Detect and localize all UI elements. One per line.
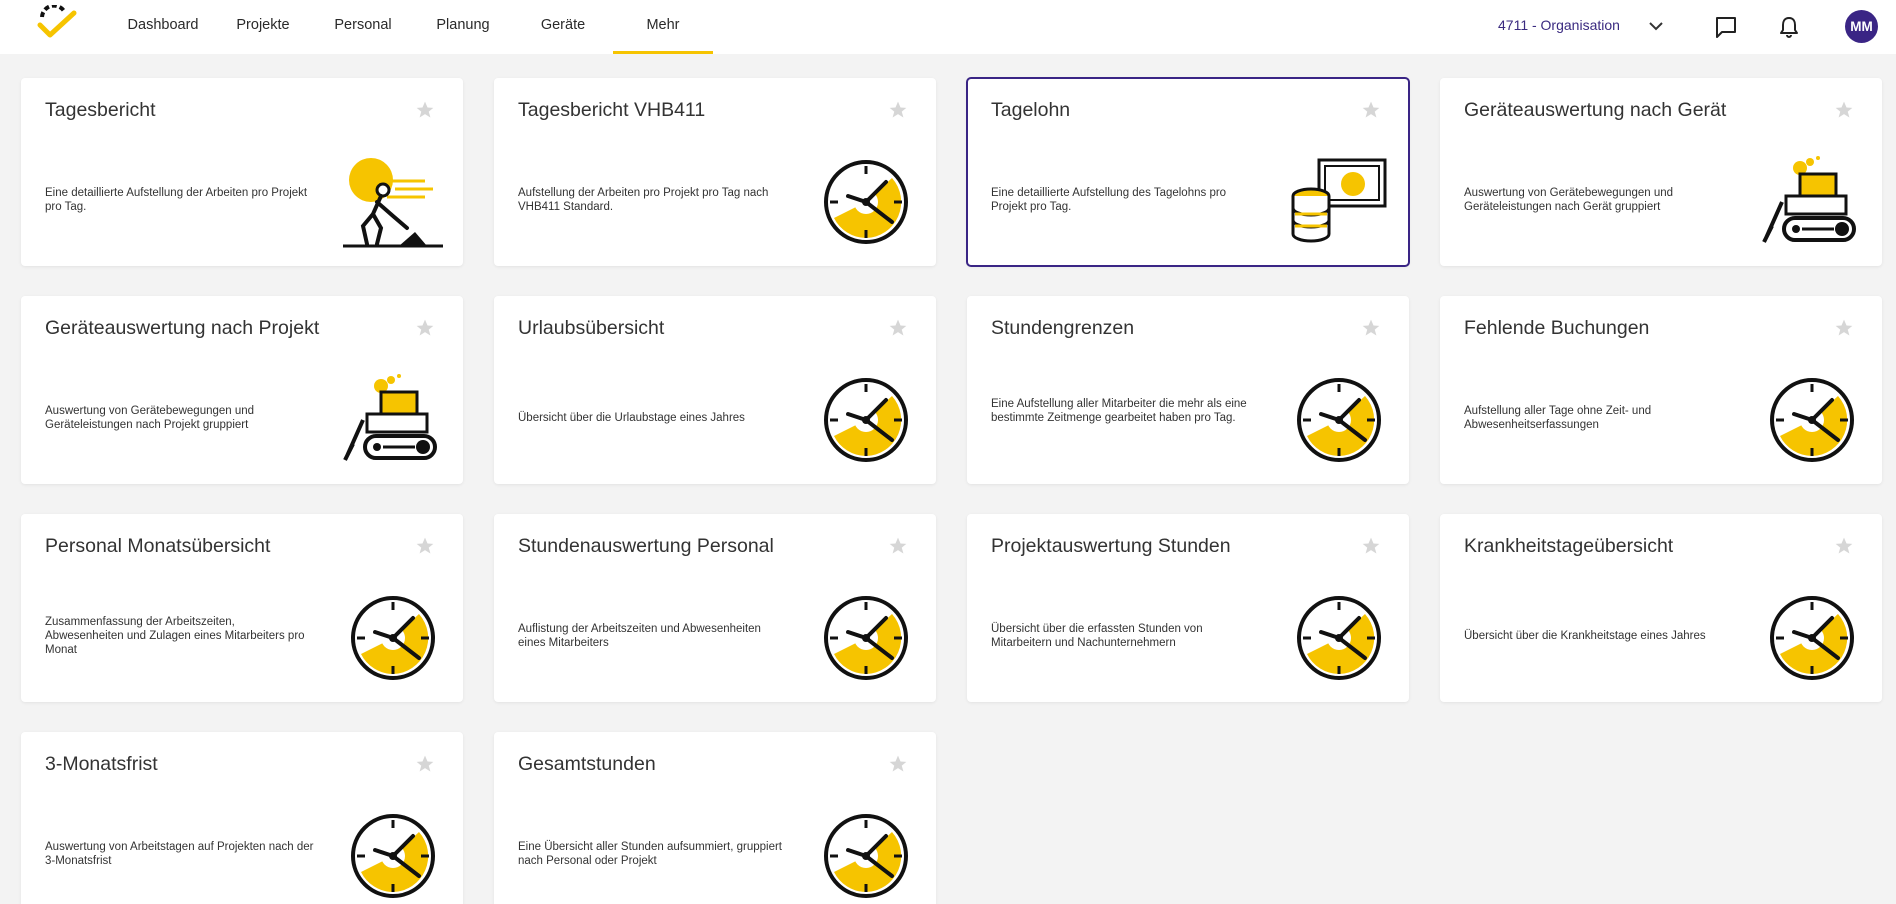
report-card-urlaubsuebersicht[interactable]: Urlaubsübersicht Übersicht über die Urla… [494, 296, 936, 484]
favorite-star-icon[interactable] [415, 100, 435, 120]
chat-icon[interactable] [1712, 13, 1740, 41]
nav-personal[interactable]: Personal [313, 0, 413, 54]
card-description: Auswertung von Gerätebewegungen und Gerä… [45, 405, 255, 431]
card-title: Gesamtstunden [518, 753, 656, 775]
favorite-star-icon[interactable] [888, 100, 908, 120]
card-title: Projektauswertung Stunden [991, 535, 1231, 557]
favorite-star-icon[interactable] [1361, 100, 1381, 120]
favorite-star-icon[interactable] [1834, 536, 1854, 556]
report-card-tagesbericht[interactable]: Tagesbericht Eine detaillierte Aufstellu… [21, 78, 463, 266]
clock-illustration-icon [1770, 596, 1854, 680]
card-description: Aufstellung aller Tage ohne Zeit- und Ab… [1464, 405, 1652, 431]
favorite-star-icon[interactable] [888, 318, 908, 338]
report-card-3-monatsfrist[interactable]: 3-Monatsfrist Auswertung von Arbeitstage… [21, 732, 463, 904]
card-description: Auflistung der Arbeitszeiten und Abwesen… [518, 623, 761, 649]
report-card-geraeteauswertung-geraet[interactable]: Geräteauswertung nach Gerät Auswertung v… [1440, 78, 1882, 266]
card-description: Zusammenfassung der Arbeitszeiten, Abwes… [45, 616, 305, 656]
card-description: Auswertung von Arbeitstagen auf Projekte… [45, 841, 314, 867]
clock-illustration-icon [351, 814, 435, 898]
card-title: Tagelohn [991, 99, 1071, 121]
nav-geraete[interactable]: Geräte [513, 0, 613, 54]
clock-illustration-icon [351, 596, 435, 680]
bulldozer-illustration-icon [1762, 156, 1856, 243]
card-title: Fehlende Buchungen [1464, 317, 1650, 339]
card-title: 3-Monatsfrist [45, 753, 158, 775]
favorite-star-icon[interactable] [1361, 536, 1381, 556]
favorite-star-icon[interactable] [415, 536, 435, 556]
card-description: Eine detaillierte Aufstellung der Arbeit… [45, 187, 308, 213]
bell-icon[interactable] [1775, 13, 1803, 41]
card-title: Tagesbericht [45, 99, 156, 121]
card-title: Geräteauswertung nach Gerät [1464, 99, 1727, 121]
report-card-tagesbericht-vhb411[interactable]: Tagesbericht VHB411 Aufstellung der Arbe… [494, 78, 936, 266]
favorite-star-icon[interactable] [1361, 318, 1381, 338]
clock-illustration-icon [824, 596, 908, 680]
card-description: Aufstellung der Arbeiten pro Projekt pro… [518, 187, 769, 213]
company-logo-icon[interactable] [36, 5, 78, 41]
favorite-star-icon[interactable] [415, 754, 435, 774]
clock-illustration-icon [824, 378, 908, 462]
card-description: Eine detaillierte Aufstellung des Tagelo… [991, 187, 1227, 213]
top-navigation-bar: Dashboard Projekte Personal Planung Gerä… [0, 0, 1896, 54]
nav-mehr[interactable]: Mehr [613, 0, 713, 54]
report-card-geraeteauswertung-projekt[interactable]: Geräteauswertung nach Projekt Auswertung… [21, 296, 463, 484]
report-card-personal-monatsuebersicht[interactable]: Personal Monatsübersicht Zusammenfassung… [21, 514, 463, 702]
nav-projekte[interactable]: Projekte [213, 0, 313, 54]
bulldozer-illustration-icon [343, 374, 437, 461]
report-card-fehlende-buchungen[interactable]: Fehlende Buchungen Aufstellung aller Tag… [1440, 296, 1882, 484]
clock-illustration-icon [1297, 378, 1381, 462]
card-title: Krankheitstageübersicht [1464, 535, 1674, 557]
card-description: Übersicht über die Krankheitstage eines … [1464, 630, 1706, 642]
favorite-star-icon[interactable] [1834, 100, 1854, 120]
report-card-krankheitstageuebersicht[interactable]: Krankheitstageübersicht Übersicht über d… [1440, 514, 1882, 702]
report-card-tagelohn[interactable]: Tagelohn Eine detaillierte Aufstellung d… [966, 77, 1410, 267]
card-title: Stundenauswertung Personal [518, 535, 774, 557]
card-title: Personal Monatsübersicht [45, 535, 271, 557]
card-description: Übersicht über die erfassten Stunden von… [991, 623, 1203, 649]
worker-illustration-icon [343, 158, 443, 248]
card-description: Eine Übersicht aller Stunden aufsummiert… [518, 841, 782, 867]
report-card-projektauswertung-stunden[interactable]: Projektauswertung Stunden Übersicht über… [967, 514, 1409, 702]
main-nav: Dashboard Projekte Personal Planung Gerä… [113, 0, 713, 54]
favorite-star-icon[interactable] [888, 536, 908, 556]
card-title: Tagesbericht VHB411 [518, 99, 706, 121]
nav-dashboard[interactable]: Dashboard [113, 0, 213, 54]
card-description: Eine Aufstellung aller Mitarbeiter die m… [991, 398, 1247, 424]
clock-illustration-icon [824, 160, 908, 244]
report-card-gesamtstunden[interactable]: Gesamtstunden Eine Übersicht aller Stund… [494, 732, 936, 904]
money-illustration-icon [1291, 158, 1387, 243]
favorite-star-icon[interactable] [415, 318, 435, 338]
card-description: Übersicht über die Urlaubstage eines Jah… [518, 412, 745, 424]
clock-illustration-icon [824, 814, 908, 898]
report-cards-grid: Tagesbericht Eine detaillierte Aufstellu… [21, 77, 1882, 904]
clock-illustration-icon [1297, 596, 1381, 680]
report-card-stundenauswertung-personal[interactable]: Stundenauswertung Personal Auflistung de… [494, 514, 936, 702]
nav-planung[interactable]: Planung [413, 0, 513, 54]
report-card-stundengrenzen[interactable]: Stundengrenzen Eine Aufstellung aller Mi… [967, 296, 1409, 484]
user-avatar[interactable]: MM [1845, 10, 1878, 43]
favorite-star-icon[interactable] [1834, 318, 1854, 338]
card-title: Urlaubsübersicht [518, 317, 665, 339]
favorite-star-icon[interactable] [888, 754, 908, 774]
organization-selector[interactable]: 4711 - Organisation [1498, 17, 1620, 33]
clock-illustration-icon [1770, 378, 1854, 462]
card-description: Auswertung von Gerätebewegungen und Gerä… [1464, 187, 1674, 213]
card-title: Stundengrenzen [991, 317, 1135, 339]
card-title: Geräteauswertung nach Projekt [45, 317, 320, 339]
chevron-down-icon[interactable] [1646, 18, 1666, 34]
